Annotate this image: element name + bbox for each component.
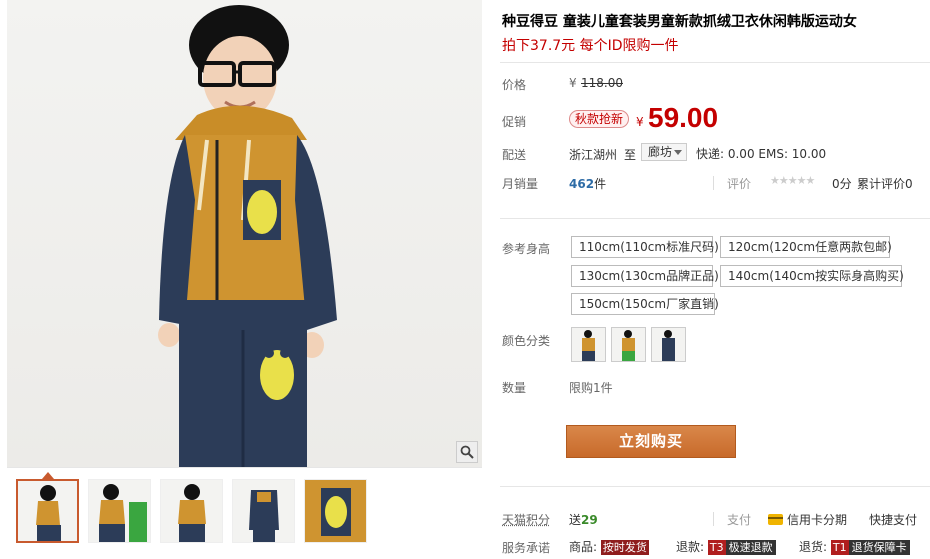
shipping-to-word: 至 [624, 148, 637, 162]
tmall-points-value: 29 [581, 513, 598, 527]
tmall-points-prefix: 送 [569, 513, 582, 527]
total-reviews-link[interactable]: 累计评价0 [857, 175, 913, 192]
thumbnail-1[interactable] [16, 479, 79, 543]
divider [500, 62, 930, 63]
rating-stars: ★★★★★ [770, 174, 815, 187]
boy-in-hoodie-photo [158, 5, 337, 467]
color-swatch-3[interactable] [651, 327, 686, 362]
size-label: 参考身高 [502, 242, 551, 256]
original-price: 118.00 [581, 76, 623, 90]
thumbnail-selected-caret [42, 472, 54, 479]
thumbnail-strip [16, 479, 367, 545]
shipping-fees: 快递: 0.00 EMS: 10.00 [696, 147, 827, 161]
sales-unit: 件 [594, 177, 607, 191]
shipping-label: 配送 [502, 148, 527, 162]
thumbnail-image [18, 481, 77, 541]
quantity-limit: 限购1件 [569, 381, 613, 395]
thumbnail-image [233, 480, 294, 542]
product-gallery [7, 0, 482, 559]
service-return: 退货: T1 退货保障卡 [799, 538, 910, 555]
service-refund: 退款: T3 极速退款 [676, 538, 776, 555]
refund-tag[interactable]: 极速退款 [725, 540, 776, 555]
magnifier-icon [460, 445, 474, 459]
quantity-label: 数量 [502, 381, 527, 395]
refund-label: 退款: [676, 540, 705, 554]
return-label: 退货: [799, 540, 828, 554]
size-option-140[interactable]: 140cm(140cm按实际身高购买) [720, 265, 904, 287]
destination-value: 廊坊 [648, 145, 673, 159]
payment-label: 支付 [727, 513, 752, 527]
color-swatch-1[interactable] [571, 327, 606, 362]
divider [500, 486, 930, 487]
divider-vertical [713, 176, 714, 190]
express-pay[interactable]: 快捷支付 [869, 511, 917, 528]
color-swatch-2[interactable] [611, 327, 646, 362]
sales-label: 月销量 [502, 177, 539, 191]
service-goods: 商品: 按时发货 [569, 538, 649, 555]
size-option-130[interactable]: 130cm(130cm品牌正品) [571, 265, 719, 287]
rating-label: 评价 [727, 177, 752, 191]
product-subtitle: 拍下37.7元 每个ID限购一件 [502, 38, 679, 54]
refund-code: T3 [707, 540, 726, 555]
thumbnail-image [89, 480, 150, 542]
size-option-120[interactable]: 120cm(120cm任意两款包邮) [720, 236, 892, 258]
service-label: 服务承诺 [502, 541, 551, 555]
promo-price: 59.00 [648, 102, 719, 133]
rating-score: 0分 [832, 177, 852, 191]
destination-select[interactable]: 廊坊 [641, 143, 687, 161]
sales-count: 462 [569, 177, 595, 191]
product-title: 种豆得豆 童装儿童套装男童新款抓绒卫衣休闲韩版运动女 [502, 14, 857, 30]
chevron-down-icon [674, 150, 682, 155]
buy-now-button[interactable]: 立刻购买 [566, 425, 736, 458]
promo-currency: ¥ [636, 115, 644, 129]
swatch-image [572, 328, 605, 361]
credit-installment-label: 信用卡分期 [787, 513, 848, 527]
return-tag[interactable]: 退货保障卡 [848, 540, 910, 555]
goods-tag[interactable]: 按时发货 [600, 540, 649, 555]
thumbnail-5[interactable] [304, 479, 367, 543]
thumbnail-4[interactable] [232, 479, 295, 543]
swatch-image [652, 328, 685, 361]
size-option-150[interactable]: 150cm(150cm厂家直销) [571, 293, 719, 315]
thumbnail-2[interactable] [88, 479, 151, 543]
promo-tag: 秋款抢新 [569, 110, 630, 128]
credit-card-icon [768, 514, 783, 525]
thumbnail-image [305, 480, 366, 542]
divider [500, 218, 930, 219]
shipping-from: 浙江湖州 [569, 148, 618, 162]
return-code: T1 [830, 540, 849, 555]
price-currency: ¥ [569, 76, 577, 90]
zoom-button[interactable] [456, 441, 478, 463]
goods-label: 商品: [569, 540, 598, 554]
size-option-110[interactable]: 110cm(110cm标准尺码) [571, 236, 719, 258]
color-label: 颜色分类 [502, 334, 551, 348]
thumbnail-image [161, 480, 222, 542]
main-product-image[interactable] [7, 0, 482, 468]
price-label: 价格 [502, 78, 527, 92]
thumbnail-3[interactable] [160, 479, 223, 543]
credit-installment[interactable]: 信用卡分期 [768, 511, 847, 528]
tmall-points-label[interactable]: 天猫积分 [502, 511, 550, 528]
swatch-image [612, 328, 645, 361]
promo-label: 促销 [502, 115, 527, 129]
divider-vertical [713, 512, 714, 526]
